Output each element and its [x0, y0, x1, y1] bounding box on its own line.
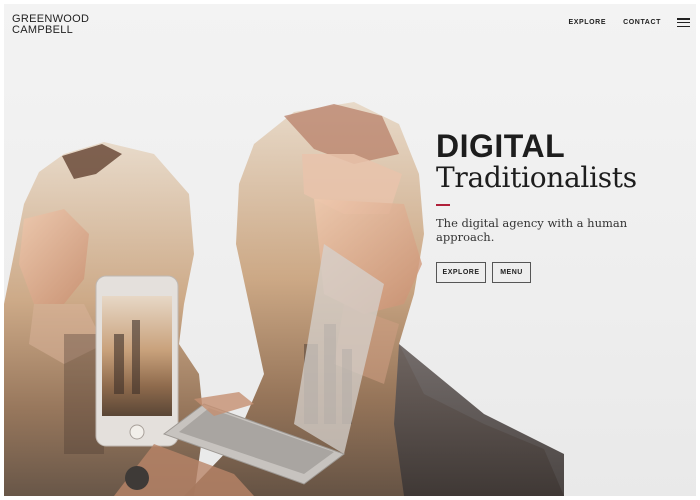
hero-copy: DIGITAL Traditionalists The digital agen… — [436, 130, 686, 283]
accent-divider — [436, 204, 450, 206]
phone-illustration — [95, 275, 179, 447]
hero-title-line-2: Traditionalists — [436, 161, 637, 194]
brand-line-2: CAMPBELL — [12, 24, 74, 36]
brand-logo[interactable]: GREENWOOD CAMPBELL — [12, 14, 89, 36]
explore-button[interactable]: EXPLORE — [436, 261, 486, 283]
menu-button[interactable]: MENU — [492, 261, 531, 283]
hero-tagline: The digital agency with a human approach… — [436, 215, 628, 244]
hero-title-line-1: DIGITAL — [436, 128, 566, 164]
hero-buttons: EXPLORE MENU — [436, 261, 686, 283]
top-nav: EXPLORE CONTACT — [568, 18, 690, 27]
page-frame: GREENWOOD CAMPBELL EXPLORE CONTACT DIGIT… — [4, 4, 696, 496]
hamburger-menu-icon[interactable] — [677, 18, 690, 27]
nav-explore-link[interactable]: EXPLORE — [568, 19, 606, 26]
nav-contact-link[interactable]: CONTACT — [623, 19, 661, 26]
